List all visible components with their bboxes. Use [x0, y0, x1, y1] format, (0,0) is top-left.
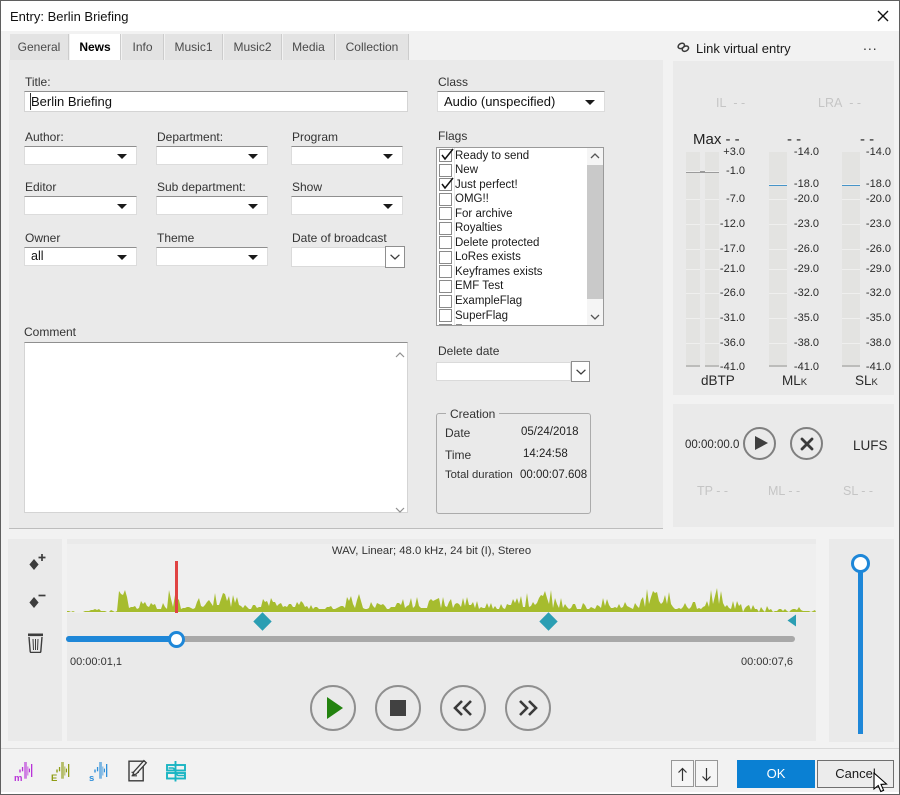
svg-text:s: s — [89, 773, 94, 783]
svg-text:E: E — [51, 773, 57, 783]
svg-text:m: m — [14, 773, 22, 783]
